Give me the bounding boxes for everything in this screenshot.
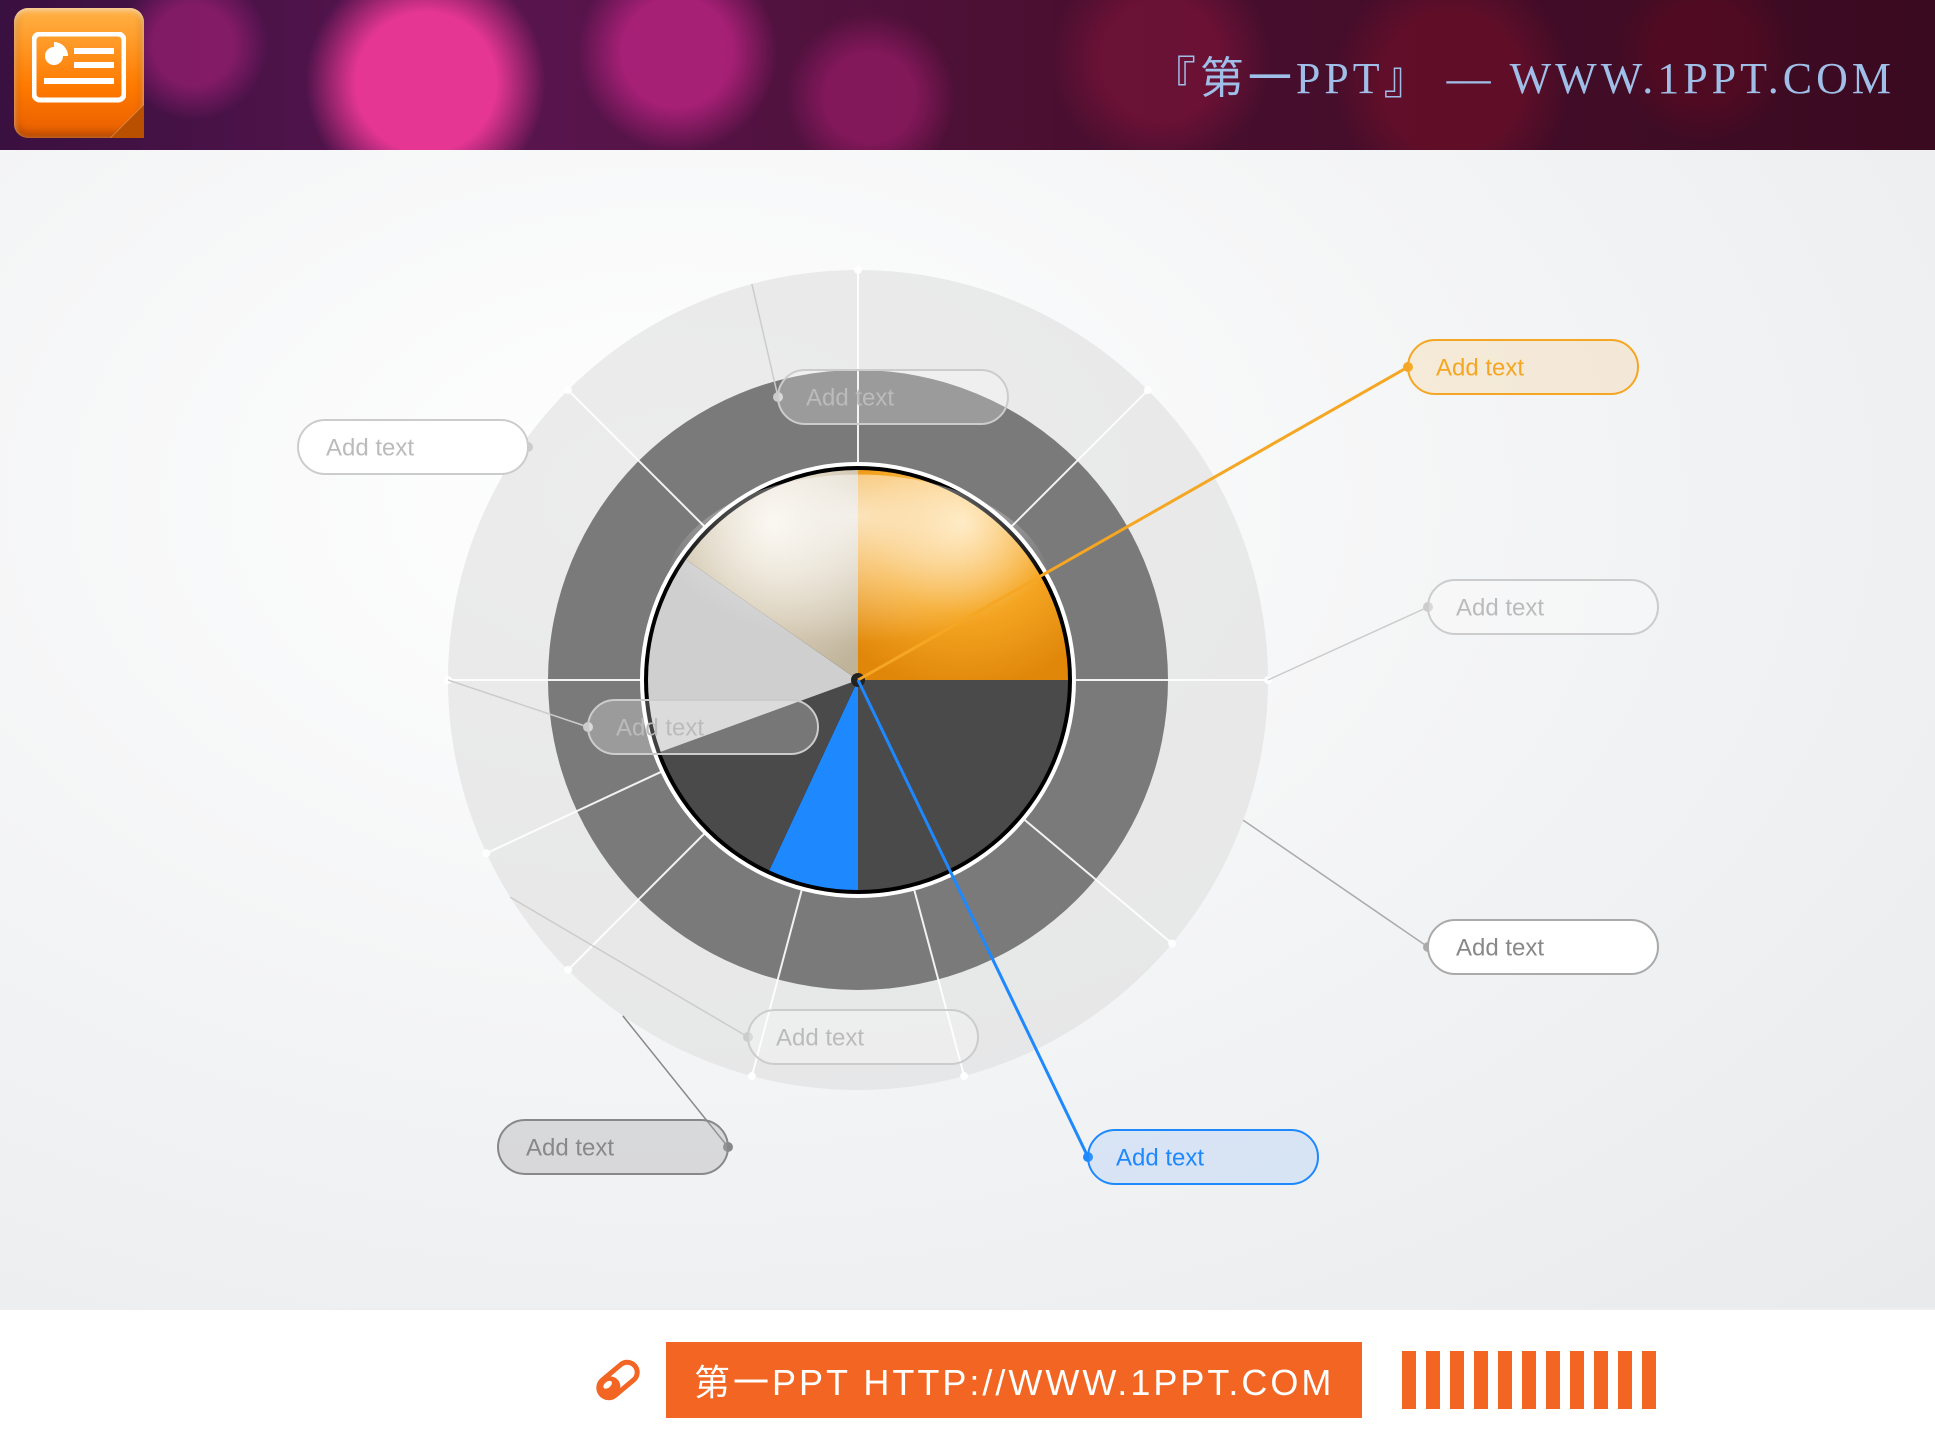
label-text: Add text <box>616 714 704 741</box>
page-root: 『第一PPT』 — WWW.1PPT.COM <box>0 0 1935 1450</box>
slide-canvas: Add text Add text Add text Add text Add text… <box>0 150 1935 1310</box>
footer-text: 第一PPT HTTP://WWW.1PPT.COM <box>666 1342 1362 1418</box>
banner-text: 『第一PPT』 — WWW.1PPT.COM <box>1152 42 1895 106</box>
label-text: Add text <box>1456 594 1544 621</box>
pill-icon <box>590 1352 646 1408</box>
header-banner: 『第一PPT』 — WWW.1PPT.COM <box>0 0 1935 150</box>
footer-stripes <box>1402 1351 1656 1409</box>
label-text: Add text <box>1116 1144 1204 1171</box>
label-text: Add text <box>326 434 414 461</box>
callout-label[interactable]: Add text <box>298 420 533 475</box>
radial-diagram: Add text Add text Add text Add text Add text… <box>218 210 1718 1210</box>
label-text: Add text <box>806 384 894 411</box>
label-text: Add text <box>1436 354 1524 381</box>
callout-label[interactable]: Add text <box>1243 820 1658 974</box>
powerpoint-icon <box>14 8 144 138</box>
footer-bar: 第一PPT HTTP://WWW.1PPT.COM <box>0 1308 1935 1450</box>
label-text: Add text <box>526 1134 614 1161</box>
label-text: Add text <box>776 1024 864 1051</box>
callout-label[interactable]: Add text <box>1268 580 1658 680</box>
label-text: Add text <box>1456 934 1544 961</box>
